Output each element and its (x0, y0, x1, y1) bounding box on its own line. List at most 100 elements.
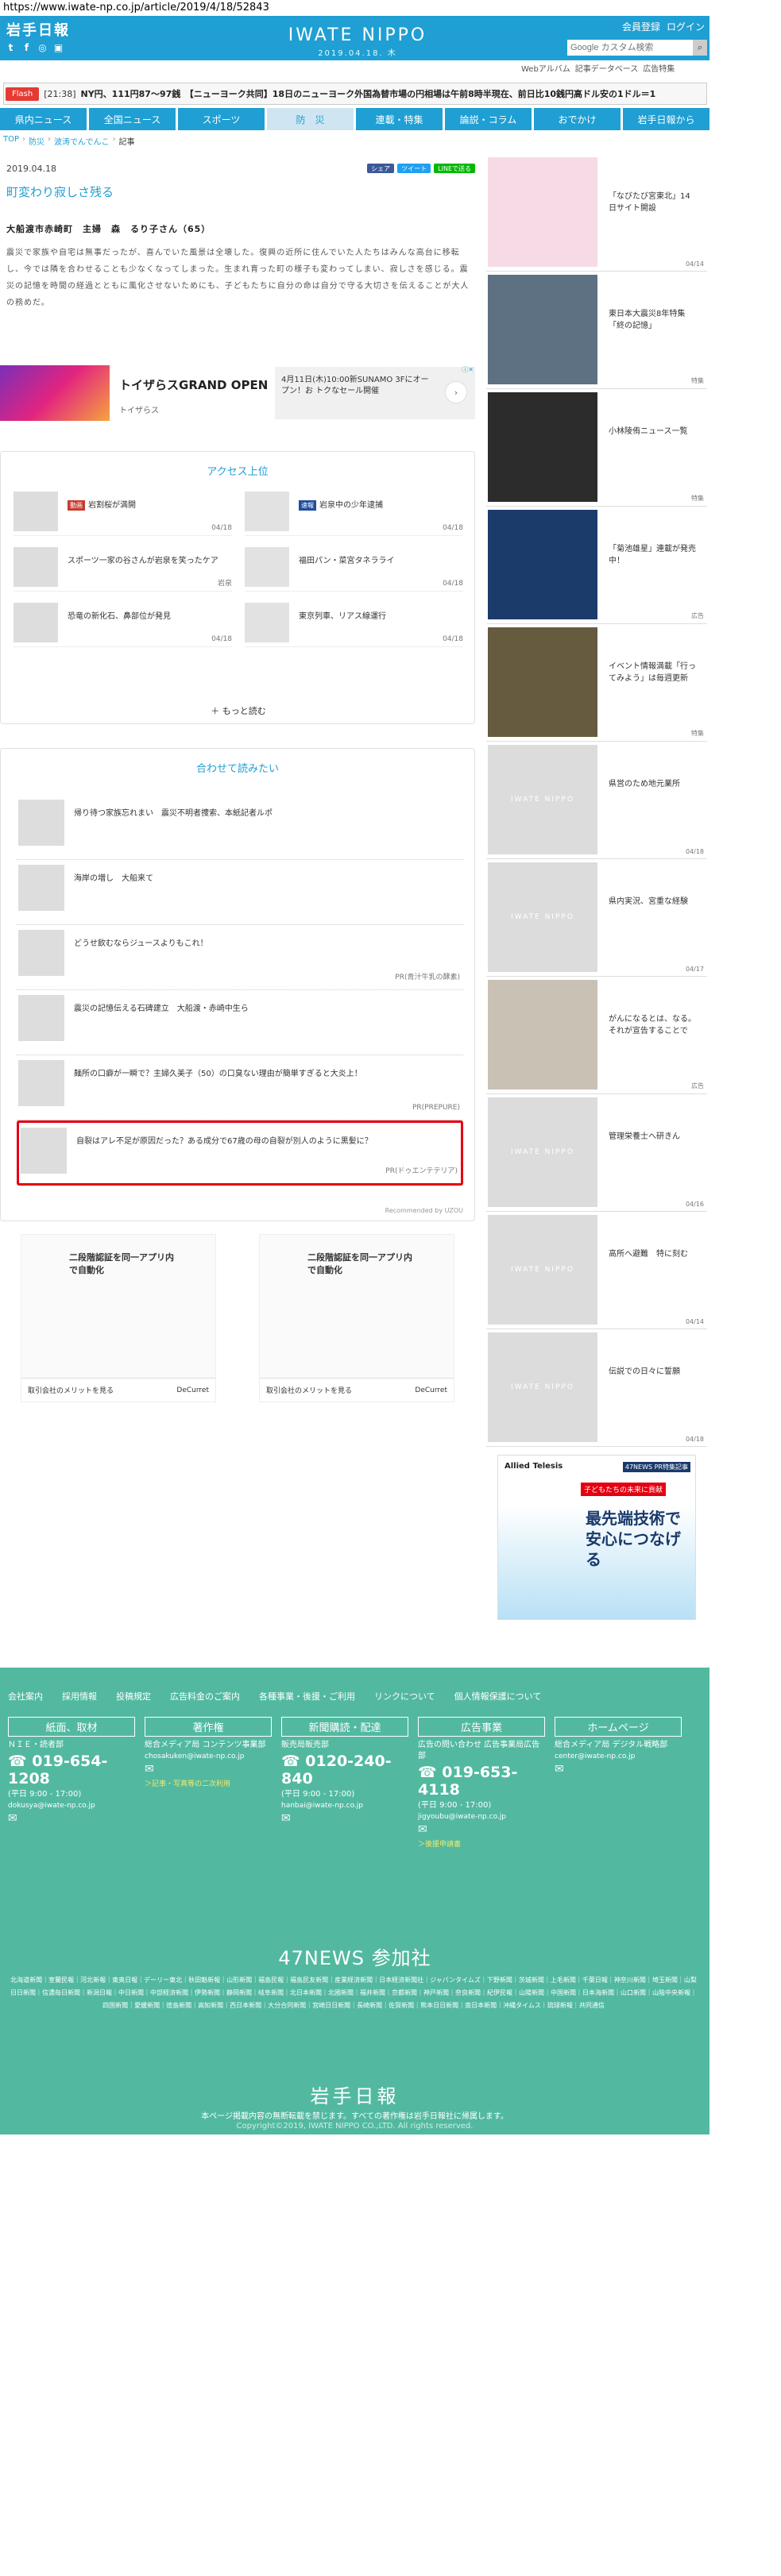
sublink-special[interactable]: 広告特集 (643, 62, 675, 74)
sidebar-item[interactable]: IWATE NIPPO 管理栄養士へ研きん 04/16 (486, 1096, 707, 1212)
access-item-text[interactable]: 東京列車、リアス線運行 (299, 609, 386, 621)
sidebar-thumbnail[interactable] (488, 980, 597, 1089)
ad-choices-icon[interactable]: ⓘ✕ (462, 365, 474, 374)
site-logo[interactable]: 岩手日報 (6, 19, 70, 40)
sidebar-thumbnail[interactable]: IWATE NIPPO (488, 1332, 597, 1442)
footer-extra-link[interactable]: ＞記事・写真等の二次利用 (145, 1778, 272, 1788)
access-item-text[interactable]: 動画 岩割桜が満開 (68, 498, 136, 511)
more-button[interactable]: ＋ もっと読む (1, 704, 476, 717)
sidebar-item-title[interactable]: 「なびたび宮東北」14日サイト開設 (609, 191, 698, 214)
related-item-title[interactable]: どうせ飲むならジュースよりもこれ！ (74, 936, 455, 948)
footer-email[interactable]: center@iwate-np.co.jp (555, 1753, 682, 1760)
sidebar-item[interactable]: IWATE NIPPO 県内実況、宮重な経験 04/17 (486, 861, 707, 977)
footer-email[interactable]: jigyoubu@iwate-np.co.jp (418, 1813, 545, 1821)
sidebar-item[interactable]: イベント情報満載「行ってみよう」は毎週更新 特集 (486, 626, 707, 742)
instagram-icon[interactable]: ▣ (52, 41, 64, 53)
related-item[interactable]: どうせ飲むならジュースよりもこれ！ PR(青汁牛乳の酵素) (17, 925, 463, 990)
access-item-title[interactable]: 恐竜の新化石、鼻部位が発見 (68, 612, 171, 621)
related-thumbnail[interactable] (18, 1060, 64, 1106)
sidebar-item-title[interactable]: 高所へ避難 特に刻む (609, 1248, 698, 1260)
crumb-series[interactable]: 波涛でんでんこ (54, 135, 110, 147)
sidebar-thumbnail[interactable]: IWATE NIPPO (488, 1097, 597, 1207)
access-item-title[interactable]: スポーツ一家の谷さんが岩泉を笑ったケア (68, 557, 218, 565)
search-button[interactable]: ⌕ (693, 40, 707, 56)
sidebar-item[interactable]: 「なびたび宮東北」14日サイト開設 04/14 (486, 156, 707, 272)
mail-icon[interactable]: ✉ (145, 1763, 272, 1776)
recommended-by[interactable]: Recommended by UZOU (385, 1207, 463, 1214)
access-item[interactable]: 福田パン・菜宮タネラライ 04/18 (245, 547, 463, 592)
access-item-title[interactable]: 岩泉中の少年逮捕 (319, 501, 383, 510)
related-item[interactable]: 海岸の増し 大船来て (17, 860, 463, 925)
sidebar-item-title[interactable]: 管理栄養士へ研きん (609, 1131, 698, 1143)
footer-link[interactable]: 広告料金のご案内 (170, 1690, 240, 1703)
sidebar-item[interactable]: 東日本大震災8年特集「終の記憶」 特集 (486, 273, 707, 389)
twitter-icon[interactable]: t (5, 41, 17, 53)
sidebar-item[interactable]: IWATE NIPPO 高所へ避難 特に刻む 04/14 (486, 1213, 707, 1329)
access-item[interactable]: スポーツ一家の谷さんが岩泉を笑ったケア 岩泉 (14, 547, 232, 592)
sidebar-item-title[interactable]: 県営のため地元業所 (609, 778, 698, 790)
related-thumbnail[interactable] (18, 995, 64, 1041)
sidebar-item[interactable]: IWATE NIPPO 県営のため地元業所 04/18 (486, 743, 707, 859)
footer-phone[interactable]: ☎ 0120-240-840 (281, 1753, 408, 1787)
mail-icon[interactable]: ✉ (8, 1812, 135, 1825)
access-item-text[interactable]: スポーツ一家の谷さんが岩泉を笑ったケア (68, 553, 218, 565)
sublink-album[interactable]: Webアルバム (521, 62, 570, 74)
access-item[interactable]: 速報 岩泉中の少年逮捕 04/18 (245, 492, 463, 536)
footer-phone[interactable]: ☎ 019-654-1208 (8, 1753, 135, 1787)
sidebar-thumbnail[interactable]: IWATE NIPPO (488, 862, 597, 972)
article-thumbnail[interactable] (245, 603, 289, 642)
sidebar-banner[interactable]: Allied Telesis 47NEWS PR特集記事 子どもたちの未来に貢献… (497, 1455, 696, 1620)
nav-series[interactable]: 連載・特集 (356, 108, 443, 130)
related-item[interactable]: 帰り待つ家族忘れまい 震災不明者捜索、本紙記者ルポ (17, 795, 463, 860)
toysrus-ad[interactable]: トイザらスGRAND OPEN トイザらス 4月11日(木)10:00新SUNA… (0, 365, 475, 421)
sidebar-item[interactable]: 小林陵侑ニュース一覧 特集 (486, 391, 707, 507)
flash-ticker[interactable]: Flash [21:38] NY円、111円87～97銭 【ニューヨーク共同】1… (3, 83, 707, 105)
sidebar-thumbnail[interactable] (488, 627, 597, 737)
sublink-database[interactable]: 記事データベース (575, 62, 639, 74)
footer-email[interactable]: chosakuken@iwate-np.co.jp (145, 1753, 272, 1760)
access-item-text[interactable]: 恐竜の新化石、鼻部位が発見 (68, 609, 171, 621)
related-thumbnail[interactable] (21, 1128, 67, 1174)
footer-extra-link[interactable]: ＞後援申請書 (418, 1838, 545, 1849)
sidebar-item[interactable]: 「菊池雄星」連載が発売中！ 広告 (486, 508, 707, 624)
nav-national-news[interactable]: 全国ニュース (89, 108, 176, 130)
related-item[interactable]: 震災の記憶伝える石碑建立 大船渡・赤崎中生ら (17, 990, 463, 1055)
access-item-title[interactable]: 福田パン・菜宮タネラライ (299, 557, 395, 565)
nav-outing[interactable]: おでかけ (534, 108, 621, 130)
facebook-icon[interactable]: f (21, 41, 33, 53)
nav-local-news[interactable]: 県内ニュース (0, 108, 87, 130)
facebook-share-button[interactable]: シェア (367, 164, 395, 173)
sidebar-item[interactable]: がんになるとは、なる。それが宣告することで 広告 (486, 978, 707, 1094)
sidebar-thumbnail[interactable] (488, 157, 597, 267)
footer-link[interactable]: 会社案内 (8, 1690, 43, 1703)
related-item-title[interactable]: 海岸の増し 大船来て (74, 871, 455, 883)
sidebar-item-title[interactable]: 伝説での日々に誓願 (609, 1366, 698, 1378)
mail-icon[interactable]: ✉ (281, 1812, 408, 1825)
article-thumbnail[interactable] (14, 547, 58, 587)
mail-icon[interactable]: ✉ (418, 1823, 545, 1836)
nav-sports[interactable]: スポーツ (178, 108, 265, 130)
footer-link[interactable]: 個人情報保護について (454, 1690, 542, 1703)
footer-link[interactable]: リンクについて (374, 1690, 435, 1703)
line-share-button[interactable]: LINEで送る (434, 164, 475, 173)
ad-cta-box[interactable]: 4月11日(木)10:00新SUNAMO 3Fにオープン！お トクなセール開催 … (275, 367, 475, 419)
access-item-title[interactable]: 東京列車、リアス線運行 (299, 612, 386, 621)
sidebar-item-title[interactable]: イベント情報満載「行ってみよう」は毎週更新 (609, 661, 698, 684)
login-link[interactable]: ログイン (667, 20, 705, 33)
article-thumbnail[interactable] (14, 492, 58, 531)
related-thumbnail[interactable] (18, 800, 64, 846)
related-thumbnail[interactable] (18, 930, 64, 976)
ad-title[interactable]: トイザらスGRAND OPEN (119, 376, 268, 393)
crumb-top[interactable]: TOP (3, 135, 19, 147)
chevron-right-icon[interactable]: › (445, 381, 467, 403)
footer-link[interactable]: 各種事業・後援・ご利用 (259, 1690, 355, 1703)
decurret-ad[interactable]: 二段階認証を同一アプリ内で自動化 取引会社のメリットを見る DeCurret (259, 1234, 454, 1402)
footer-link[interactable]: 投稿規定 (116, 1690, 151, 1703)
access-item[interactable]: 東京列車、リアス線運行 04/18 (245, 603, 463, 647)
sidebar-item-title[interactable]: 東日本大震災8年特集「終の記憶」 (609, 308, 698, 332)
related-item-title[interactable]: 麺所の口癖が一瞬で？主婦久美子（50）の口臭ない理由が簡単すぎると大炎上！ (74, 1066, 455, 1078)
tweet-button[interactable]: ツイート (397, 164, 431, 173)
sidebar-thumbnail[interactable] (488, 275, 597, 384)
sidebar-thumbnail[interactable]: IWATE NIPPO (488, 1215, 597, 1325)
footer-email[interactable]: dokusya@iwate-np.co.jp (8, 1802, 135, 1810)
